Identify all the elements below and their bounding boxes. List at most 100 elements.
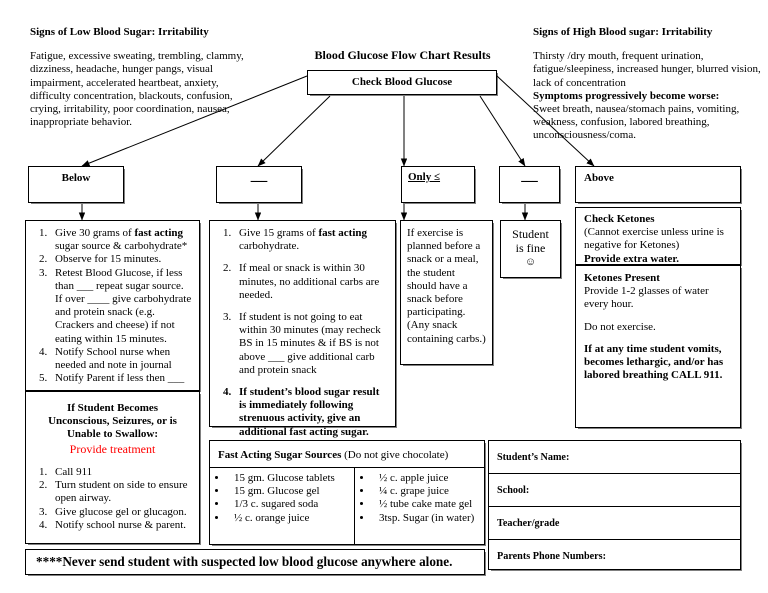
list-item: 1/3 c. sugared soda <box>228 498 350 511</box>
list-item: 15 gm. Glucose gel <box>228 485 350 498</box>
condition-box-above[interactable]: Above <box>575 166 741 203</box>
list-item: Give 30 grams of fast acting sugar sourc… <box>50 227 193 253</box>
list-item: Call 911 <box>50 466 193 479</box>
item-text: ½ tube cake mate gel <box>379 498 473 511</box>
below-actions-list: Give 30 grams of fast acting sugar sourc… <box>26 221 199 385</box>
list-item: Observe for 15 minutes. <box>50 253 193 266</box>
form-label-student-name: Student’s Name: <box>497 452 570 463</box>
item-text: Turn student on side to ensure open airw… <box>55 479 188 505</box>
item-text: 15 gm. Glucose tablets <box>234 472 335 484</box>
high-blood-sugar-panel: Signs of High Blood sugar: Irritability … <box>533 26 765 143</box>
smiley-face-icon: ☺ <box>524 255 537 268</box>
footer-warning-box: ****Never send student with suspected lo… <box>25 549 485 575</box>
sugar-sources-heading: Fast Acting Sugar Sources <box>218 449 342 461</box>
high-blood-sugar-body: Thirsty /dry mouth, frequent urination, … <box>533 50 761 89</box>
footer-warning-text: ****Never send student with suspected lo… <box>36 554 453 569</box>
list-item: 3tsp. Sugar (in water) <box>373 512 480 525</box>
check-ketones-provide-water: Provide extra water. <box>584 252 679 265</box>
item-text: Notify School nurse when needed and note… <box>55 345 172 372</box>
item-text: If student is not going to eat within 30… <box>239 311 381 376</box>
sugar-sources-right-list: ½ c. apple juice ¼ c. grape juice ½ tube… <box>355 472 480 525</box>
sugar-sources-column-right: ½ c. apple juice ¼ c. grape juice ½ tube… <box>355 468 484 544</box>
form-row-parents-phone[interactable]: Parents Phone Numbers: <box>489 540 740 593</box>
check-ketones-box: Check Ketones (Cannot exercise unless ur… <box>575 207 741 265</box>
list-item: Give 15 grams of fast acting carbohydrat… <box>234 227 389 253</box>
list-item: ¼ c. grape juice <box>373 485 480 498</box>
item-text: Call 911 <box>55 466 93 479</box>
item-text: ½ c. orange juice <box>234 511 310 524</box>
emergency-list: Call 911 Turn student on side to ensure … <box>26 456 199 532</box>
check-ketones-heading: Check Ketones <box>584 213 655 225</box>
list-item: Turn student on side to ensure open airw… <box>50 479 193 505</box>
item-text: Observe for 15 minutes. <box>55 253 162 266</box>
list-item: Give glucose gel or glucagon. <box>50 506 193 519</box>
item-text: Give 15 grams of <box>239 227 319 239</box>
condition-box-only-less-than[interactable]: Only ≤ <box>401 166 475 203</box>
form-row-teacher-grade[interactable]: Teacher/grade <box>489 507 740 540</box>
form-row-student-name[interactable]: Student’s Name: <box>489 441 740 474</box>
root-node-check-blood-glucose[interactable]: Check Blood Glucose <box>307 70 497 95</box>
high-blood-sugar-worse-heading: Symptoms progressively become worse: <box>533 89 720 102</box>
list-item: ½ tube cake mate gel <box>373 498 480 511</box>
page-title: Blood Glucose Flow Chart Results <box>314 48 491 62</box>
sugar-sources-table: Fast Acting Sugar Sources (Do not give c… <box>209 440 485 545</box>
check-ketones-body: (Cannot exercise unless urine is negativ… <box>584 226 724 252</box>
student-fine-line-2: is fine <box>515 241 546 256</box>
form-label-teacher-grade: Teacher/grade <box>497 518 560 529</box>
item-text: If student’s blood sugar result is immed… <box>239 386 380 438</box>
mid-actions-box: Give 15 grams of fast acting carbohydrat… <box>209 220 396 438</box>
list-item: If student is not going to eat within 30… <box>234 311 389 377</box>
item-text: Give glucose gel or glucagon. <box>55 505 187 518</box>
item-text-post: carbohydrate. <box>239 240 300 253</box>
sugar-sources-left-list: 15 gm. Glucose tablets 15 gm. Glucose ge… <box>210 472 350 525</box>
item-text: ½ c. apple juice <box>379 472 449 484</box>
form-label-parents-phone: Parents Phone Numbers: <box>497 551 607 562</box>
student-is-fine-box: Student is fine ☺ <box>500 220 561 278</box>
condition-box-below[interactable]: Below <box>28 166 124 203</box>
emergency-heading-line-3: Unable to Swallow: <box>66 428 159 441</box>
condition-label-below: Below <box>61 172 91 184</box>
student-info-form: Student’s Name: School: Teacher/grade Pa… <box>488 440 741 570</box>
emergency-heading-line-2: Unconscious, Seizures, or is <box>48 415 177 428</box>
condition-label-only-less-than: Only ≤ <box>408 171 441 183</box>
ketones-call-911-warning: If at any time student vomits, becomes l… <box>584 342 724 382</box>
condition-box-blank-range-2[interactable]: ___ <box>499 166 560 203</box>
list-item: Notify school nurse & parent. <box>50 519 193 532</box>
item-text: If meal or snack is within 30 minutes, n… <box>239 262 380 301</box>
sugar-sources-heading-note: (Do not give chocolate) <box>341 449 449 461</box>
list-item: If meal or snack is within 30 minutes, n… <box>234 262 389 302</box>
sugar-sources-column-left: 15 gm. Glucose tablets 15 gm. Glucose ge… <box>210 468 355 544</box>
student-fine-line-1: Student <box>512 227 549 241</box>
list-item: If student’s blood sugar result is immed… <box>234 386 389 439</box>
item-text: Give 30 grams of <box>55 227 135 239</box>
item-text-post: sugar source & carbohydrate* <box>55 240 188 253</box>
list-item: Retest Blood Glucose, if less than ___ r… <box>50 267 193 346</box>
condition-box-blank-range-1[interactable]: ___ <box>216 166 302 203</box>
exercise-note-text: If exercise is planned before a snack or… <box>407 227 486 345</box>
item-text: 3tsp. Sugar (in water) <box>379 511 475 524</box>
exercise-note-box: If exercise is planned before a snack or… <box>400 220 493 365</box>
condition-label-blank-range-1: ___ <box>250 171 268 183</box>
item-text: 1/3 c. sugared soda <box>234 498 319 511</box>
below-actions-box: Give 30 grams of fast acting sugar sourc… <box>25 220 200 391</box>
list-item: 15 gm. Glucose tablets <box>228 472 350 485</box>
item-text: Notify Parent if less then ___ <box>55 372 185 385</box>
emergency-box: If Student Becomes Unconscious, Seizures… <box>25 391 200 544</box>
form-row-school[interactable]: School: <box>489 474 740 507</box>
list-item: ½ c. apple juice <box>373 472 480 485</box>
flow-chart-page: Signs of Low Blood Sugar: Irritability F… <box>0 0 768 593</box>
low-blood-sugar-body: Fatigue, excessive sweating, trembling, … <box>30 50 244 129</box>
list-item: ½ c. orange juice <box>228 512 350 525</box>
item-bold: fast acting <box>134 227 184 239</box>
item-text: ¼ c. grape juice <box>379 485 449 498</box>
sugar-sources-body: 15 gm. Glucose tablets 15 gm. Glucose ge… <box>210 468 484 544</box>
low-blood-sugar-heading: Signs of Low Blood Sugar: Irritability <box>30 26 209 38</box>
condition-label-blank-range-2: ___ <box>521 171 538 183</box>
high-blood-sugar-heading: Signs of High Blood sugar: Irritability <box>533 26 713 38</box>
low-blood-sugar-panel: Signs of Low Blood Sugar: Irritability F… <box>30 26 245 129</box>
ketones-present-body: Provide 1-2 glasses of water every hour. <box>584 285 709 311</box>
high-blood-sugar-worse-body: Sweet breath, nausea/stomach pains, vomi… <box>533 103 740 142</box>
list-item: Notify School nurse when needed and note… <box>50 346 193 372</box>
